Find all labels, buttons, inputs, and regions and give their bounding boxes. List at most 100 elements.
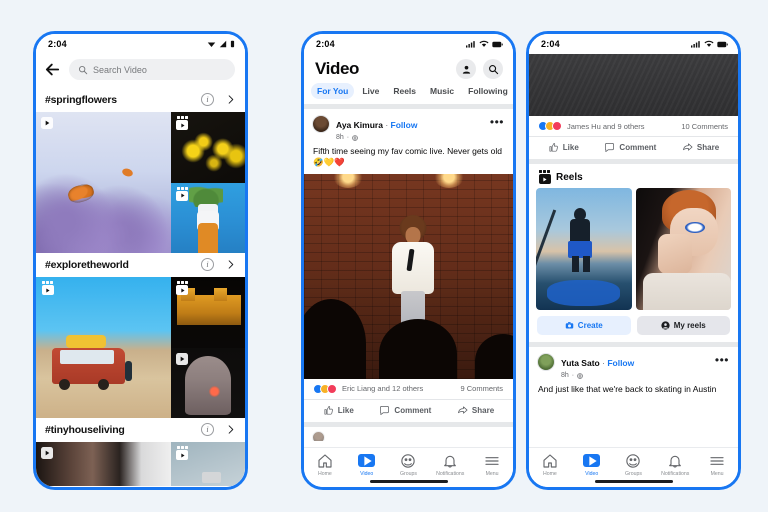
nav-video[interactable]: Video bbox=[573, 452, 611, 477]
chevron-right-icon[interactable] bbox=[225, 94, 236, 105]
nav-video[interactable]: Video bbox=[348, 452, 386, 477]
reels-action-buttons: Create My reels bbox=[529, 310, 738, 342]
like-button[interactable]: Like bbox=[323, 405, 354, 416]
search-input[interactable]: Search Video bbox=[69, 59, 235, 80]
battery-icon bbox=[230, 40, 235, 48]
video-play-icon bbox=[583, 452, 601, 469]
thumbs-up-icon bbox=[324, 405, 333, 415]
video-player[interactable] bbox=[304, 173, 513, 379]
play-icon bbox=[181, 287, 185, 293]
share-button[interactable]: Share bbox=[682, 142, 719, 153]
profile-icon[interactable] bbox=[456, 59, 476, 79]
nav-notifications[interactable]: Notifications bbox=[656, 452, 694, 477]
play-icon bbox=[45, 450, 50, 456]
nav-home[interactable]: Home bbox=[531, 452, 569, 477]
tab-reels[interactable]: Reels bbox=[387, 83, 422, 99]
comment-button[interactable]: Comment bbox=[379, 405, 431, 416]
post-header: Aya Kimura · Follow 8h · ••• bbox=[304, 109, 513, 144]
tab-music[interactable]: Music bbox=[424, 83, 460, 99]
post-author[interactable]: Yuta Sato bbox=[561, 358, 600, 368]
search-icon bbox=[79, 65, 88, 74]
grid-tile-top[interactable] bbox=[170, 442, 245, 486]
home-icon bbox=[316, 452, 333, 469]
play-icon bbox=[180, 356, 185, 361]
grid-tile-bottom[interactable] bbox=[170, 182, 245, 253]
create-label: Create bbox=[577, 321, 603, 330]
post-author[interactable]: Aya Kimura bbox=[336, 120, 383, 130]
create-reel-button[interactable]: Create bbox=[537, 316, 631, 335]
battery-icon bbox=[492, 41, 503, 47]
more-options-icon[interactable]: ••• bbox=[715, 353, 729, 366]
like-label: Like bbox=[562, 143, 579, 152]
post-header: Yuta Sato · Follow 8h · ••• bbox=[529, 347, 738, 382]
phone-mockup-reels: 2:04 James Hu and 9 others 10 Comments L… bbox=[526, 31, 741, 490]
reaction-names[interactable]: James Hu and 9 others bbox=[567, 122, 645, 131]
share-button[interactable]: Share bbox=[457, 405, 494, 416]
reaction-pills bbox=[313, 383, 337, 394]
follow-link[interactable]: Follow bbox=[391, 120, 418, 130]
hashtag-row-tinyhouseliving[interactable]: #tinyhouseliving i bbox=[36, 418, 245, 442]
media-grid-tinyhouseliving bbox=[36, 442, 245, 486]
grid-tile-main[interactable] bbox=[36, 112, 171, 253]
reaction-names[interactable]: Eric Liang and 12 others bbox=[342, 384, 423, 393]
nav-menu[interactable]: Menu bbox=[698, 452, 736, 477]
nav-home[interactable]: Home bbox=[306, 452, 344, 477]
like-button[interactable]: Like bbox=[548, 142, 579, 153]
back-arrow-icon[interactable] bbox=[44, 61, 61, 78]
tab-following[interactable]: Following bbox=[462, 83, 513, 99]
reels-section-header: Reels bbox=[529, 164, 738, 188]
reel-card-makeup[interactable] bbox=[635, 188, 731, 310]
battery-icon bbox=[717, 41, 728, 47]
reels-icon bbox=[538, 170, 551, 184]
reaction-summary-row: Eric Liang and 12 others 9 Comments bbox=[304, 379, 513, 399]
post-meta: Aya Kimura · Follow 8h · bbox=[336, 115, 484, 141]
grid-tile-main[interactable] bbox=[36, 442, 171, 486]
nav-label: Groups bbox=[399, 471, 417, 477]
cellular-icon bbox=[691, 41, 700, 48]
nav-groups[interactable]: Groups bbox=[389, 452, 427, 477]
grid-tile-main[interactable] bbox=[36, 277, 171, 418]
love-reaction-icon bbox=[552, 121, 562, 131]
share-arrow-icon bbox=[682, 143, 693, 151]
post-time: 8h bbox=[336, 134, 344, 141]
play-icon bbox=[181, 452, 185, 458]
grid-tile-top[interactable] bbox=[170, 277, 245, 348]
info-icon[interactable]: i bbox=[201, 258, 214, 271]
info-icon[interactable]: i bbox=[201, 93, 214, 106]
nav-menu[interactable]: Menu bbox=[473, 452, 511, 477]
tab-live[interactable]: Live bbox=[356, 83, 385, 99]
nav-notifications[interactable]: Notifications bbox=[431, 452, 469, 477]
hashtag-row-springflowers[interactable]: #springflowers i bbox=[36, 88, 245, 112]
nav-groups[interactable]: Groups bbox=[614, 452, 652, 477]
reel-card-paddleboard[interactable] bbox=[536, 188, 632, 310]
follow-link[interactable]: Follow bbox=[607, 358, 634, 368]
comment-count[interactable]: 10 Comments bbox=[681, 122, 728, 131]
search-button[interactable] bbox=[483, 59, 503, 79]
play-icon bbox=[45, 120, 50, 126]
camera-icon bbox=[565, 322, 574, 329]
chevron-right-icon[interactable] bbox=[225, 424, 236, 435]
groups-icon bbox=[625, 452, 642, 469]
post-author-line: Aya Kimura · Follow bbox=[336, 120, 417, 130]
share-label: Share bbox=[471, 405, 495, 415]
grid-tile-top[interactable] bbox=[170, 112, 245, 183]
status-bar: 2:04 bbox=[304, 34, 513, 54]
hashtag-row-exploretheworld[interactable]: #exploretheworld i bbox=[36, 253, 245, 277]
avatar[interactable] bbox=[312, 115, 330, 133]
nav-label: Menu bbox=[485, 471, 499, 477]
info-icon[interactable]: i bbox=[201, 423, 214, 436]
video-player-partial[interactable] bbox=[529, 54, 738, 116]
my-reels-button[interactable]: My reels bbox=[636, 316, 730, 335]
avatar[interactable] bbox=[537, 353, 555, 371]
globe-icon bbox=[352, 134, 358, 141]
status-bar: 2:04 bbox=[36, 34, 245, 54]
tab-for-you[interactable]: For You bbox=[311, 83, 355, 99]
comment-count[interactable]: 9 Comments bbox=[460, 384, 503, 393]
status-icons bbox=[691, 40, 728, 48]
comment-button[interactable]: Comment bbox=[604, 142, 656, 153]
chevron-right-icon[interactable] bbox=[225, 259, 236, 270]
separator: · bbox=[602, 358, 605, 368]
grid-tile-bottom[interactable] bbox=[170, 347, 245, 418]
post-time: 8h bbox=[561, 372, 569, 379]
more-options-icon[interactable]: ••• bbox=[490, 115, 504, 128]
